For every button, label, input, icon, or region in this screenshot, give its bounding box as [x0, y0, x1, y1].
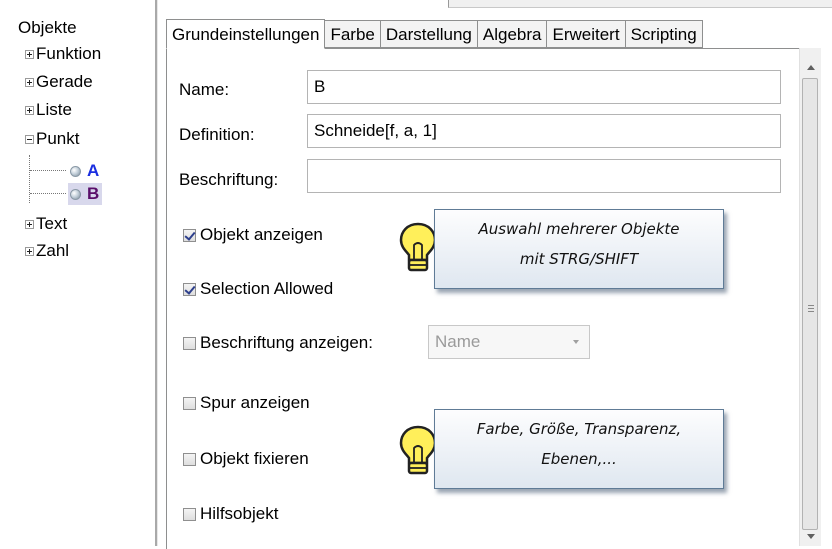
- checkbox-unchecked-icon[interactable]: [183, 452, 196, 466]
- tree-root-label: Objekte: [18, 18, 77, 37]
- scroll-down-icon[interactable]: [807, 534, 815, 539]
- expand-icon[interactable]: [25, 49, 34, 59]
- object-tree: Objekte Funktion Gerade Liste Punkt A B …: [0, 0, 150, 546]
- scroll-thumb[interactable]: [802, 78, 818, 530]
- tip-callout-appearance: Farbe, Größe, Transparenz, Ebenen,...: [434, 409, 724, 489]
- tree-item-label: Gerade: [36, 72, 93, 91]
- grip-icon: [808, 305, 814, 312]
- tree-point-a[interactable]: A: [68, 160, 102, 182]
- tree-item-label: Punkt: [36, 129, 80, 148]
- auxiliary-checkbox[interactable]: Hilfsobjekt: [183, 504, 278, 524]
- tab-algebra[interactable]: Algebra: [477, 20, 548, 48]
- tree-point-b[interactable]: B: [68, 183, 103, 205]
- tree-connector: [30, 193, 66, 194]
- tree-item-label: Text: [36, 214, 68, 233]
- tree-item-funktion[interactable]: Funktion: [25, 44, 101, 64]
- vertical-scrollbar[interactable]: [799, 48, 821, 546]
- collapse-icon[interactable]: [25, 134, 34, 144]
- tree-connector: [30, 170, 66, 171]
- definition-label: Definition:: [179, 125, 255, 144]
- scroll-up-icon[interactable]: [807, 65, 815, 70]
- label-mode-select[interactable]: Name: [428, 325, 590, 359]
- callout-text: Farbe, Größe, Transparenz,: [476, 420, 682, 438]
- show-object-label: Objekt anzeigen: [200, 225, 323, 244]
- expand-icon[interactable]: [25, 219, 34, 229]
- checkbox-checked-icon[interactable]: [183, 228, 196, 242]
- name-field[interactable]: B: [307, 70, 781, 104]
- checkbox-checked-icon[interactable]: [183, 282, 196, 296]
- caption-field[interactable]: [307, 159, 781, 193]
- point-label: B: [87, 184, 100, 203]
- fix-object-label: Objekt fixieren: [200, 449, 309, 468]
- tree-item-text[interactable]: Text: [25, 214, 67, 234]
- point-bullet-icon: [70, 165, 81, 177]
- tab-farbe[interactable]: Farbe: [325, 20, 381, 48]
- splitter[interactable]: [155, 0, 158, 546]
- expand-icon[interactable]: [25, 105, 34, 115]
- tip-callout-multiselect: Auswahl mehrerer Objekte mit STRG/SHIFT: [434, 209, 724, 289]
- tree-connector: [29, 155, 30, 203]
- fix-object-checkbox[interactable]: Objekt fixieren: [183, 449, 309, 469]
- tab-grundeinstellungen[interactable]: Grundeinstellungen: [166, 19, 326, 49]
- tree-item-liste[interactable]: Liste: [25, 100, 72, 120]
- tree-item-label: Zahl: [36, 241, 70, 260]
- expand-icon[interactable]: [25, 246, 34, 256]
- point-bullet-icon: [70, 188, 81, 200]
- chevron-down-icon[interactable]: [573, 340, 579, 344]
- definition-field[interactable]: Schneide[f, a, 1]: [307, 114, 781, 148]
- callout-text: Auswahl mehrerer Objekte: [478, 220, 680, 238]
- caption-label: Beschriftung:: [179, 170, 279, 189]
- tree-item-gerade[interactable]: Gerade: [25, 72, 93, 92]
- show-object-checkbox[interactable]: Objekt anzeigen: [183, 225, 323, 245]
- tab-scripting[interactable]: Scripting: [625, 20, 703, 48]
- trace-label: Spur anzeigen: [200, 393, 310, 412]
- tab-bar: Grundeinstellungen Farbe Darstellung Alg…: [166, 19, 703, 49]
- label-mode-value: Name: [435, 332, 481, 351]
- name-label: Name:: [179, 80, 230, 99]
- trace-checkbox[interactable]: Spur anzeigen: [183, 393, 310, 413]
- auxiliary-label: Hilfsobjekt: [200, 504, 279, 523]
- lightbulb-icon: [399, 425, 437, 475]
- tab-erweitert[interactable]: Erweitert: [547, 20, 626, 48]
- show-label-checkbox[interactable]: Beschriftung anzeigen:: [183, 333, 373, 353]
- top-strip: [448, 0, 832, 8]
- checkbox-unchecked-icon[interactable]: [183, 507, 196, 521]
- checkbox-unchecked-icon[interactable]: [183, 336, 196, 350]
- tab-darstellung[interactable]: Darstellung: [380, 20, 478, 48]
- show-label-label: Beschriftung anzeigen:: [200, 333, 373, 352]
- checkbox-unchecked-icon[interactable]: [183, 396, 196, 410]
- callout-text: mit STRG/SHIFT: [519, 250, 639, 268]
- tree-item-label: Liste: [36, 100, 72, 119]
- selection-allowed-label: Selection Allowed: [200, 279, 334, 298]
- selection-allowed-checkbox[interactable]: Selection Allowed: [183, 279, 333, 299]
- callout-text: Ebenen,...: [541, 450, 617, 468]
- tree-item-zahl[interactable]: Zahl: [25, 241, 69, 261]
- tree-item-punkt[interactable]: Punkt: [25, 129, 79, 149]
- point-label: A: [87, 161, 100, 180]
- expand-icon[interactable]: [25, 77, 34, 87]
- tree-item-label: Funktion: [36, 44, 102, 63]
- lightbulb-icon: [399, 222, 437, 272]
